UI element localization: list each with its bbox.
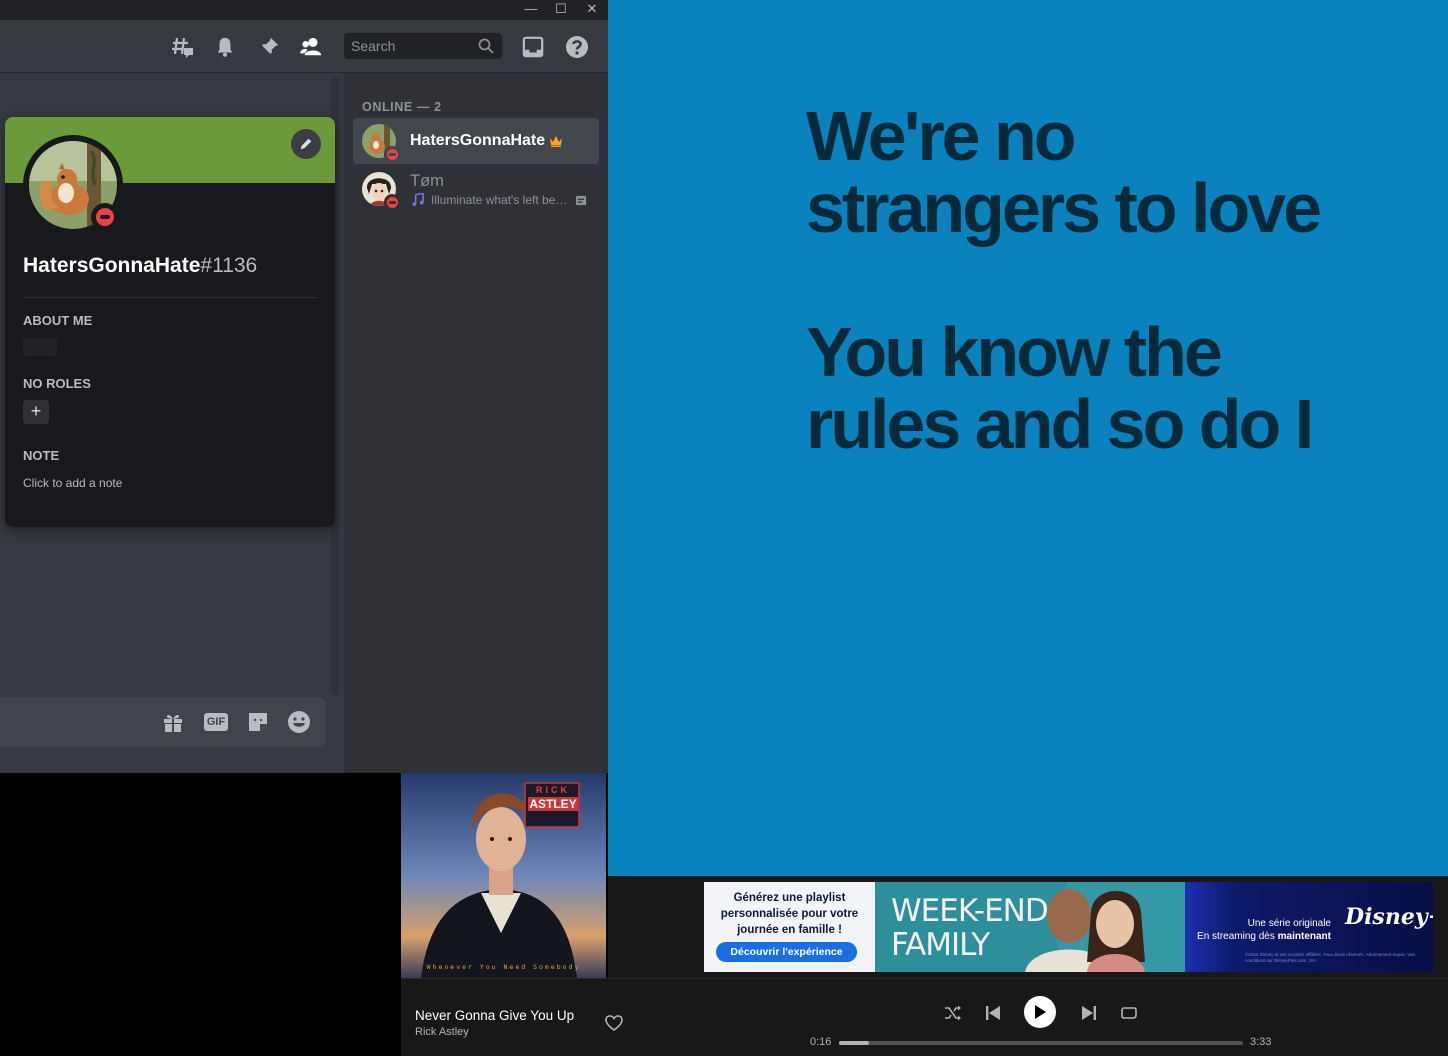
ad-tagline-bold: maintenant bbox=[1277, 931, 1331, 942]
ad-tagline-line: Une série originale bbox=[1247, 918, 1331, 929]
member-name: Tøm bbox=[410, 172, 444, 190]
progress-bar[interactable] bbox=[839, 1041, 1243, 1045]
shuffle-icon[interactable] bbox=[941, 1001, 965, 1025]
advertisement-banner[interactable]: Générez une playlist personnalisée pour … bbox=[704, 882, 1433, 972]
lyrics-text: We're no strangers to love You know the … bbox=[806, 100, 1426, 460]
member-name: HatersGonnaHate bbox=[410, 132, 546, 149]
track-title[interactable]: Never Gonna Give You Up bbox=[415, 1008, 574, 1023]
member-item[interactable]: HatersGonnaHate bbox=[353, 118, 599, 164]
gif-icon[interactable]: GIF bbox=[203, 709, 229, 735]
elapsed-time: 0:16 bbox=[810, 1036, 832, 1048]
ad-tagline-prefix: En streaming dès bbox=[1197, 931, 1278, 942]
ad-right-panel: Une série originale En streaming dès mai… bbox=[1185, 882, 1433, 972]
search-icon bbox=[478, 38, 494, 59]
username: HatersGonnaHate bbox=[23, 254, 201, 277]
profile-username: HatersGonnaHate#1136 bbox=[23, 254, 257, 278]
total-duration: 3:33 bbox=[1250, 1036, 1272, 1048]
channel-header bbox=[0, 20, 608, 73]
status-dnd-badge bbox=[91, 203, 119, 231]
ad-title-line: FAMILY bbox=[891, 927, 990, 963]
gift-icon[interactable] bbox=[160, 709, 186, 735]
previous-track-icon[interactable] bbox=[981, 1001, 1005, 1025]
emoji-icon[interactable] bbox=[286, 709, 312, 735]
roles-title: NO ROLES bbox=[23, 376, 91, 391]
close-button[interactable]: ✕ bbox=[577, 0, 607, 20]
search-input[interactable] bbox=[344, 33, 476, 59]
ad-headline: Générez une playlist personnalisée pour … bbox=[720, 892, 859, 936]
lyric-line[interactable]: You know the bbox=[806, 316, 1426, 388]
lyric-line[interactable]: We're no bbox=[806, 100, 1426, 172]
about-me-title: ABOUT ME bbox=[23, 313, 93, 328]
progress-fill bbox=[839, 1041, 870, 1045]
message-composer[interactable]: GIF bbox=[0, 697, 326, 747]
note-title: NOTE bbox=[23, 448, 60, 463]
member-item[interactable]: Tøm Illuminate what's left behind bbox=[353, 166, 599, 212]
lyrics-pane: We're no strangers to love You know the … bbox=[608, 0, 1448, 876]
user-profile-popout: HatersGonnaHate#1136 ABOUT ME NO ROLES +… bbox=[5, 117, 335, 527]
bell-icon[interactable] bbox=[212, 34, 238, 60]
divider bbox=[23, 297, 317, 298]
rich-presence-icon bbox=[576, 193, 587, 211]
add-role-button[interactable]: + bbox=[23, 400, 49, 424]
maximize-button[interactable]: ☐ bbox=[546, 0, 576, 20]
sticker-icon[interactable] bbox=[245, 709, 271, 735]
ad-tagline-line: En streaming dès maintenant bbox=[1195, 930, 1331, 943]
minimize-button[interactable]: — bbox=[516, 0, 546, 20]
ad-left-panel: Générez une playlist personnalisée pour … bbox=[704, 882, 875, 972]
about-me-placeholder bbox=[23, 338, 57, 356]
member-list: ONLINE — 2 HatersGonnaHate Tøm Illuminat… bbox=[344, 73, 608, 773]
threads-icon[interactable] bbox=[170, 34, 196, 60]
help-icon[interactable] bbox=[564, 34, 590, 60]
pencil-icon bbox=[300, 138, 312, 150]
play-button[interactable] bbox=[1024, 996, 1056, 1028]
ad-tagline: Une série originale En streaming dès mai… bbox=[1195, 917, 1331, 943]
discord-window: — ☐ ✕ Search GIF HatersGonnaHate#1136 AB… bbox=[0, 0, 608, 773]
play-icon bbox=[1035, 1005, 1046, 1019]
disney-plus-logo: Disney+ bbox=[1345, 904, 1433, 930]
ad-bar: Générez une playlist personnalisée pour … bbox=[608, 876, 1448, 978]
album-art[interactable]: RICK ASTLEY Whenever You Need Somebody bbox=[401, 773, 606, 978]
crown-icon bbox=[550, 136, 562, 147]
member-list-icon[interactable] bbox=[299, 34, 325, 60]
pin-icon[interactable] bbox=[256, 34, 282, 60]
now-playing-bar: Never Gonna Give You Up Rick Astley 0:16… bbox=[401, 978, 1448, 1056]
title-bar: — ☐ ✕ bbox=[0, 0, 608, 20]
gif-label: GIF bbox=[203, 713, 229, 731]
ad-visual: WEEK-END FAMILY bbox=[875, 882, 1185, 972]
next-track-icon[interactable] bbox=[1077, 1001, 1101, 1025]
ad-cta-button[interactable]: Découvrir l'expérience bbox=[716, 942, 857, 962]
track-artist[interactable]: Rick Astley bbox=[415, 1026, 469, 1038]
profile-avatar-frame bbox=[23, 135, 123, 235]
discriminator: #1136 bbox=[200, 254, 258, 277]
album-banner-main: ASTLEY bbox=[528, 797, 578, 811]
edit-profile-button[interactable] bbox=[291, 129, 321, 159]
lyric-line[interactable]: rules and so do I bbox=[806, 388, 1426, 460]
search-box bbox=[344, 33, 502, 59]
music-note-icon bbox=[411, 191, 424, 211]
lyric-spacer bbox=[806, 244, 1426, 316]
status-dnd-badge bbox=[384, 146, 400, 162]
album-subtitle: Whenever You Need Somebody bbox=[426, 963, 581, 971]
online-header: ONLINE — 2 bbox=[362, 100, 442, 114]
inbox-icon[interactable] bbox=[520, 34, 546, 60]
ad-legal-text: ©2022 Disney et ses sociétés affiliées. … bbox=[1245, 952, 1415, 963]
status-dnd-badge bbox=[384, 194, 400, 210]
ad-show-title: WEEK-END FAMILY bbox=[891, 893, 1049, 963]
ad-title-line: WEEK-END bbox=[891, 893, 1049, 929]
note-input[interactable]: Click to add a note bbox=[23, 476, 122, 490]
album-banner-top: RICK bbox=[536, 785, 570, 795]
heart-icon[interactable] bbox=[604, 1013, 624, 1033]
member-activity: Illuminate what's left behind bbox=[431, 193, 571, 207]
lyric-line[interactable]: strangers to love bbox=[806, 172, 1426, 244]
repeat-icon[interactable] bbox=[1117, 1001, 1141, 1025]
